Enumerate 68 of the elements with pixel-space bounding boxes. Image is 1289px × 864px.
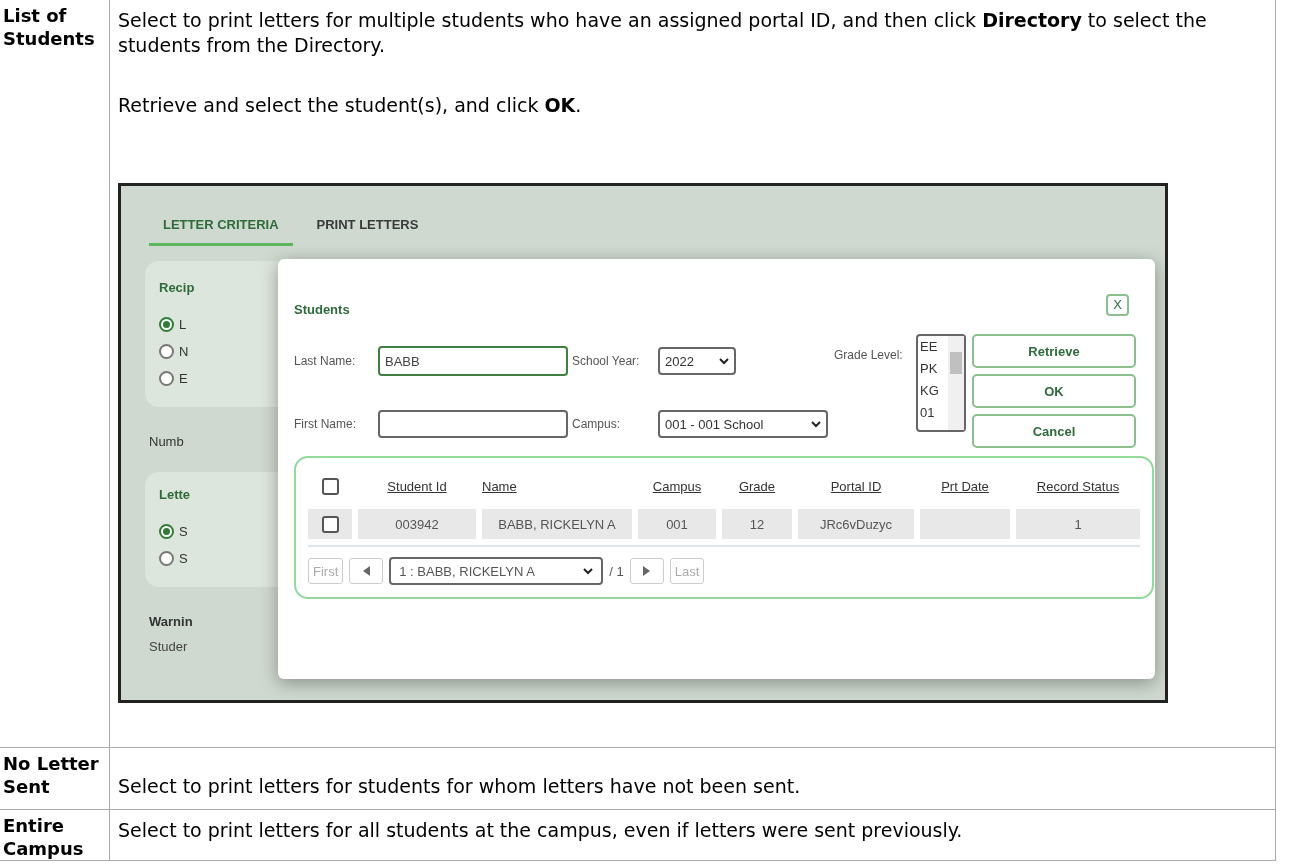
- description-text: Retrieve and select the student(s), and click OK.: [118, 93, 583, 118]
- group-label: Lette: [159, 486, 192, 504]
- school-year-select[interactable]: 2022: [658, 347, 736, 375]
- column-header[interactable]: Name: [482, 474, 632, 499]
- column-header[interactable]: Grade: [722, 474, 792, 499]
- close-button[interactable]: X: [1106, 293, 1129, 316]
- dialog-button[interactable]: Cancel: [972, 414, 1136, 448]
- list-option[interactable]: EE: [920, 336, 939, 358]
- previous-page-button[interactable]: [349, 558, 384, 584]
- radio-label: S: [179, 523, 188, 541]
- dialog-button[interactable]: Retrieve: [972, 334, 1136, 368]
- column-header[interactable]: Record Status: [1016, 474, 1140, 499]
- table-cell: 001: [638, 509, 716, 539]
- radio-button[interactable]: [159, 551, 174, 566]
- table-cell: 1: [1016, 509, 1140, 539]
- warning-text: Studer: [149, 638, 189, 656]
- description-text: Select to print letters for all students at the campus, even if letters were sent previously.: [118, 818, 964, 843]
- checkbox[interactable]: [321, 515, 339, 533]
- warning-title: Warnin: [149, 613, 194, 631]
- term-label: No Letter Sent: [3, 752, 100, 798]
- column-header[interactable]: Portal ID: [798, 474, 914, 499]
- description-text: Select to print letters for multiple students who have an assigned portal ID, and then click Directory to select the students from the Directory.: [118, 8, 1208, 58]
- tab[interactable]: LETTER CRITERIA: [149, 206, 293, 246]
- dialog-button[interactable]: OK: [972, 374, 1136, 408]
- list-option[interactable]: 01: [920, 402, 939, 424]
- term-label: List of Students: [3, 4, 96, 50]
- radio-button[interactable]: [159, 524, 174, 539]
- radio-label: S: [179, 550, 188, 568]
- scrollbar[interactable]: [948, 336, 964, 430]
- list-option[interactable]: PK: [920, 358, 939, 380]
- radio-button[interactable]: [159, 344, 174, 359]
- column-header[interactable]: Student Id: [358, 474, 476, 499]
- page-total: / 1: [609, 562, 624, 581]
- table-cell: BABB, RICKELYN A: [482, 509, 632, 539]
- table-cell: 003942: [358, 509, 476, 539]
- field-label: Campus:: [572, 415, 622, 433]
- field-label: First Name:: [294, 415, 357, 433]
- chevron-down-icon: [811, 420, 821, 428]
- field-label: Grade Level:: [834, 347, 904, 364]
- radio-button[interactable]: [159, 317, 174, 332]
- description-text: Select to print letters for students for whom letters have not been sent.: [118, 774, 802, 799]
- chevron-down-icon: [719, 357, 729, 365]
- table-cell: JRc6vDuzyc: [798, 509, 914, 539]
- next-page-button[interactable]: [629, 558, 664, 584]
- field-label: Numb: [149, 433, 185, 451]
- checkbox[interactable]: [321, 478, 339, 495]
- column-header[interactable]: Prt Date: [920, 474, 1010, 499]
- dialog-title: Students: [294, 301, 350, 319]
- chevron-down-icon: [583, 567, 594, 575]
- campus-select[interactable]: 001 - 001 School: [658, 410, 828, 438]
- field-label: School Year:: [572, 352, 641, 370]
- radio-label: N: [179, 343, 189, 361]
- table-cell: 12: [722, 509, 792, 539]
- column-header[interactable]: Campus: [638, 474, 716, 499]
- left-triangle-icon: [362, 566, 370, 576]
- radio-button[interactable]: [159, 371, 174, 386]
- field-label: Last Name:: [294, 352, 357, 370]
- right-triangle-icon: [643, 566, 651, 576]
- page-select[interactable]: 1 : BABB, RICKELYN A: [389, 557, 604, 585]
- tab[interactable]: PRINT LETTERS: [302, 206, 433, 246]
- term-label: Entire Campus: [3, 814, 85, 860]
- first-name-field[interactable]: [378, 410, 568, 438]
- radio-label: E: [179, 370, 188, 388]
- last-name-field[interactable]: BABB: [378, 346, 568, 376]
- radio-label: L: [179, 316, 187, 334]
- group-label: Recip: [159, 279, 196, 297]
- grade-level-listbox[interactable]: EE PK KG 01: [916, 334, 966, 432]
- list-option[interactable]: KG: [920, 380, 939, 402]
